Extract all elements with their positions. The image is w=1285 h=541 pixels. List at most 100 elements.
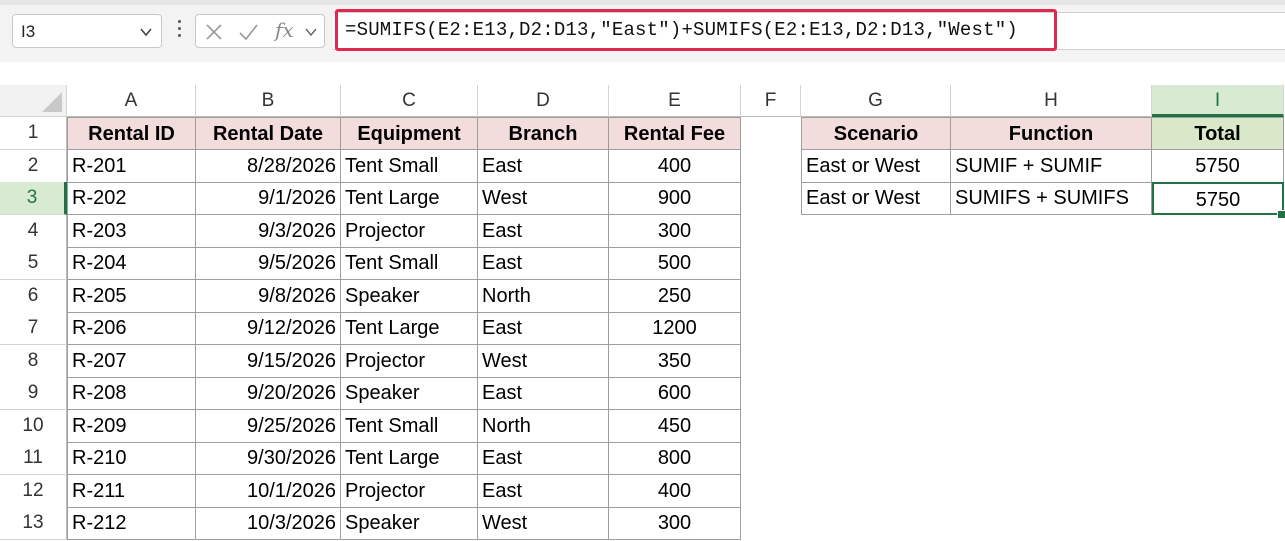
check-icon[interactable] — [238, 22, 258, 42]
table-cell[interactable]: East — [478, 312, 609, 345]
table-cell[interactable]: 250 — [609, 279, 741, 313]
table-cell[interactable]: 500 — [609, 247, 741, 280]
row-header-8[interactable]: 8 — [0, 344, 67, 378]
table-cell[interactable]: East — [478, 247, 609, 280]
table-cell[interactable]: 350 — [609, 344, 741, 378]
row-header-6[interactable]: 6 — [0, 279, 67, 313]
table-cell[interactable]: East — [478, 377, 609, 410]
column-header-b[interactable]: B — [196, 85, 341, 117]
column-header-i[interactable]: I — [1152, 85, 1284, 117]
table-header-cell[interactable]: Rental Date — [196, 117, 341, 150]
row-header-2[interactable]: 2 — [0, 149, 67, 183]
row-header-13[interactable]: 13 — [0, 507, 67, 540]
table-cell[interactable]: North — [478, 279, 609, 313]
summary-header-cell[interactable]: Function — [951, 117, 1152, 150]
table-cell[interactable]: 9/20/2026 — [196, 377, 341, 410]
table-cell[interactable]: Speaker — [341, 507, 478, 540]
table-cell[interactable]: North — [478, 409, 609, 443]
summary-header-cell[interactable]: Total — [1152, 117, 1284, 150]
table-cell[interactable]: R-204 — [67, 247, 196, 280]
table-cell[interactable]: R-209 — [67, 409, 196, 443]
table-cell[interactable]: Speaker — [341, 279, 478, 313]
insert-function-icon[interactable]: fx — [275, 18, 294, 42]
active-cell[interactable]: 5750 — [1152, 182, 1284, 215]
table-cell[interactable]: 10/3/2026 — [196, 507, 341, 540]
table-cell[interactable]: 9/5/2026 — [196, 247, 341, 280]
more-options-icon[interactable] — [177, 20, 183, 40]
column-header-a[interactable]: A — [67, 85, 196, 117]
table-cell[interactable]: R-210 — [67, 442, 196, 475]
table-cell[interactable]: 8/28/2026 — [196, 149, 341, 183]
table-cell[interactable]: East — [478, 474, 609, 508]
table-cell[interactable]: 900 — [609, 182, 741, 215]
table-header-cell[interactable]: Equipment — [341, 117, 478, 150]
row-header-3[interactable]: 3 — [0, 182, 67, 215]
table-cell[interactable]: Projector — [341, 214, 478, 248]
table-cell[interactable]: R-212 — [67, 507, 196, 540]
table-header-cell[interactable]: Rental ID — [67, 117, 196, 150]
table-cell[interactable]: R-202 — [67, 182, 196, 215]
table-cell[interactable]: 300 — [609, 507, 741, 540]
summary-cell[interactable]: East or West — [801, 182, 951, 215]
table-cell[interactable]: East — [478, 149, 609, 183]
row-header-9[interactable]: 9 — [0, 377, 67, 410]
table-cell[interactable]: 800 — [609, 442, 741, 475]
table-header-cell[interactable]: Rental Fee — [609, 117, 741, 150]
table-cell[interactable]: 300 — [609, 214, 741, 248]
table-cell[interactable]: Tent Small — [341, 247, 478, 280]
row-header-11[interactable]: 11 — [0, 442, 67, 475]
table-cell[interactable]: 600 — [609, 377, 741, 410]
table-cell[interactable]: 400 — [609, 474, 741, 508]
table-cell[interactable]: Tent Large — [341, 442, 478, 475]
table-cell[interactable]: Tent Small — [341, 409, 478, 443]
column-header-h[interactable]: H — [951, 85, 1152, 117]
table-cell[interactable]: Projector — [341, 344, 478, 378]
chevron-down-icon[interactable] — [139, 25, 153, 39]
column-header-c[interactable]: C — [341, 85, 478, 117]
formula-text[interactable]: =SUMIFS(E2:E13,D2:D13,"East")+SUMIFS(E2:… — [345, 19, 1018, 41]
table-cell[interactable]: 400 — [609, 149, 741, 183]
table-cell[interactable]: 9/25/2026 — [196, 409, 341, 443]
table-cell[interactable]: R-206 — [67, 312, 196, 345]
column-header-e[interactable]: E — [609, 85, 741, 117]
row-header-12[interactable]: 12 — [0, 474, 67, 508]
summary-cell[interactable]: East or West — [801, 149, 951, 183]
table-cell[interactable]: R-211 — [67, 474, 196, 508]
summary-cell[interactable]: 5750 — [1152, 149, 1284, 183]
summary-cell[interactable]: SUMIF + SUMIF — [951, 149, 1152, 183]
table-cell[interactable]: Projector — [341, 474, 478, 508]
table-cell[interactable]: R-207 — [67, 344, 196, 378]
fill-handle[interactable] — [1277, 210, 1285, 219]
table-cell[interactable]: Speaker — [341, 377, 478, 410]
table-cell[interactable]: R-201 — [67, 149, 196, 183]
summary-cell[interactable]: SUMIFS + SUMIFS — [951, 182, 1152, 215]
table-cell[interactable]: East — [478, 442, 609, 475]
row-header-4[interactable]: 4 — [0, 214, 67, 248]
table-cell[interactable]: 9/3/2026 — [196, 214, 341, 248]
table-cell[interactable]: Tent Large — [341, 182, 478, 215]
table-header-cell[interactable]: Branch — [478, 117, 609, 150]
table-cell[interactable]: R-203 — [67, 214, 196, 248]
row-header-10[interactable]: 10 — [0, 409, 67, 443]
table-cell[interactable]: 10/1/2026 — [196, 474, 341, 508]
table-cell[interactable]: East — [478, 214, 609, 248]
table-cell[interactable]: 9/12/2026 — [196, 312, 341, 345]
table-cell[interactable]: 9/30/2026 — [196, 442, 341, 475]
table-cell[interactable]: West — [478, 182, 609, 215]
table-cell[interactable]: 1200 — [609, 312, 741, 345]
table-cell[interactable]: 9/8/2026 — [196, 279, 341, 313]
table-cell[interactable]: Tent Large — [341, 312, 478, 345]
table-cell[interactable]: R-205 — [67, 279, 196, 313]
row-header-7[interactable]: 7 — [0, 312, 67, 345]
table-cell[interactable]: West — [478, 344, 609, 378]
row-header-1[interactable]: 1 — [0, 117, 67, 150]
table-cell[interactable]: 450 — [609, 409, 741, 443]
row-header-5[interactable]: 5 — [0, 247, 67, 280]
column-header-d[interactable]: D — [478, 85, 609, 117]
chevron-down-icon[interactable] — [304, 25, 318, 39]
table-cell[interactable]: West — [478, 507, 609, 540]
column-header-f[interactable]: F — [741, 85, 801, 117]
table-cell[interactable]: Tent Small — [341, 149, 478, 183]
summary-header-cell[interactable]: Scenario — [801, 117, 951, 150]
x-icon[interactable] — [204, 22, 224, 42]
